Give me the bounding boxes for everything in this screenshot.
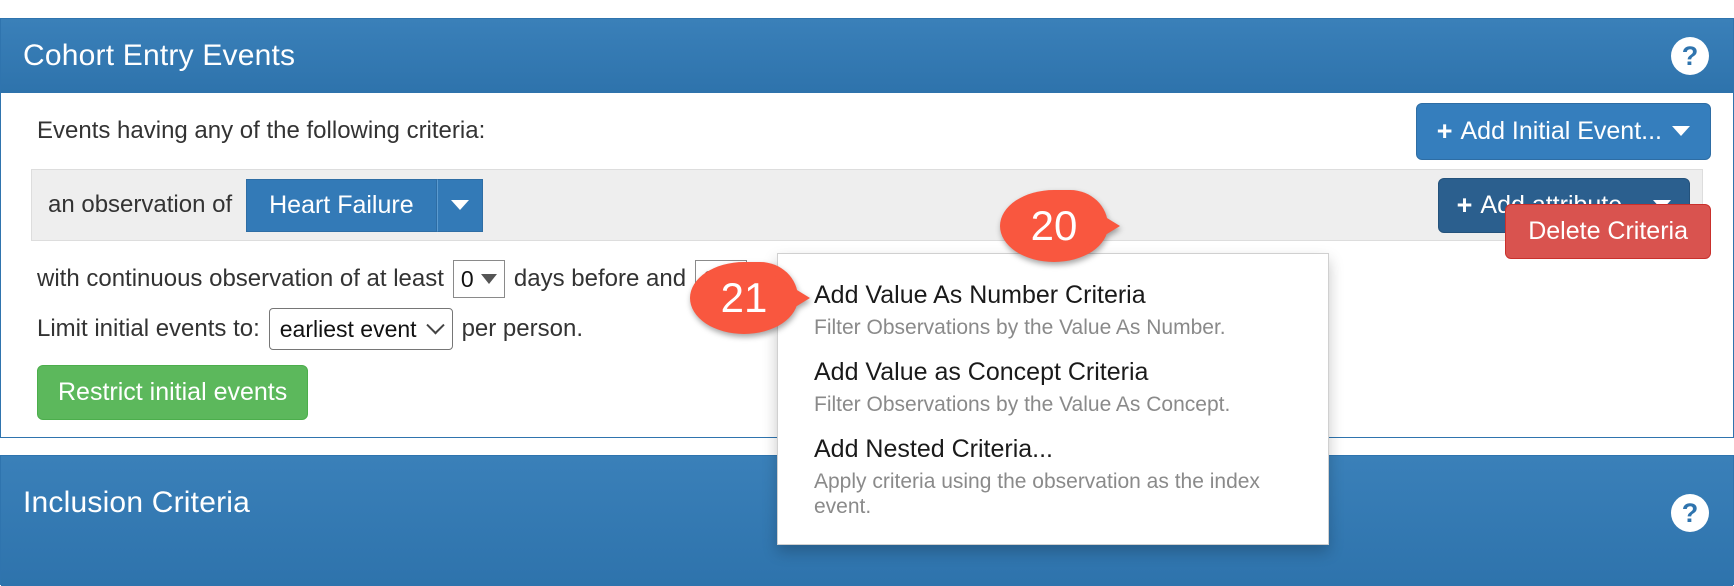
add-initial-event-label: Add Initial Event... — [1460, 116, 1662, 145]
concept-set-dropdown-toggle[interactable] — [436, 178, 483, 232]
continuous-observation-text-middle: days before and — [513, 265, 687, 292]
annotation-marker-21: 21 — [690, 262, 810, 334]
criteria-prefix-label: an observation of — [48, 191, 233, 218]
add-attribute-dropdown-menu: Add Value As Number Criteria Filter Obse… — [777, 253, 1329, 545]
cohort-entry-events-header: Cohort Entry Events ? — [1, 19, 1733, 93]
dropdown-item-title: Add Nested Criteria... — [814, 434, 1053, 463]
annotation-marker-20-pointer — [1084, 204, 1120, 248]
dropdown-item-title: Add Value As Number Criteria — [814, 281, 1146, 309]
days-before-value: 0 — [460, 265, 474, 292]
caret-down-icon — [450, 200, 469, 210]
limit-initial-events-select[interactable]: earliest event — [268, 308, 453, 350]
concept-set-button[interactable]: Heart Failure — [246, 178, 437, 232]
add-initial-event-button[interactable]: + Add Initial Event... — [1415, 102, 1711, 160]
page-title: Cohort Entry Events — [23, 39, 296, 72]
dropdown-item-add-value-as-concept-criteria[interactable]: Add Value as Concept Criteria Filter Obs… — [778, 349, 1328, 426]
limit-initial-events-label: Limit initial events to: — [37, 315, 260, 342]
plus-icon: + — [1436, 115, 1453, 146]
annotation-marker-21-pointer — [774, 276, 810, 320]
inclusion-criteria-title: Inclusion Criteria — [23, 486, 251, 519]
dropdown-item-description: Apply criteria using the observation as … — [814, 469, 1260, 518]
limit-initial-events-value: earliest event — [279, 315, 417, 342]
question-mark-circle-icon[interactable]: ? — [1671, 37, 1709, 75]
continuous-observation-text-before: with continuous observation of at least — [37, 265, 444, 292]
dropdown-item-add-nested-criteria[interactable]: Add Nested Criteria... Apply criteria us… — [778, 426, 1328, 528]
delete-criteria-wrap: Delete Criteria — [1505, 204, 1711, 259]
dropdown-item-title: Add Value as Concept Criteria — [814, 357, 1149, 386]
intro-row: Events having any of the following crite… — [23, 93, 1711, 169]
caret-down-icon — [1672, 126, 1690, 136]
dropdown-item-description: Filter Observations by the Value As Numb… — [814, 315, 1226, 339]
plus-icon: + — [1456, 189, 1473, 220]
intro-text: Events having any of the following crite… — [37, 117, 486, 144]
dropdown-item-add-value-as-number-criteria[interactable]: Add Value As Number Criteria Filter Obse… — [778, 272, 1328, 349]
chevron-down-icon — [425, 315, 445, 334]
caret-down-icon — [480, 274, 497, 284]
limit-initial-events-suffix: per person. — [461, 315, 583, 342]
delete-criteria-button[interactable]: Delete Criteria — [1505, 204, 1711, 259]
restrict-initial-events-button[interactable]: Restrict initial events — [37, 365, 309, 420]
annotation-marker-20: 20 — [1000, 190, 1120, 262]
dropdown-item-description: Filter Observations by the Value As Conc… — [814, 392, 1231, 416]
question-mark-circle-icon[interactable]: ? — [1671, 494, 1709, 532]
days-before-stepper[interactable]: 0 — [452, 260, 505, 298]
concept-set-button-group[interactable]: Heart Failure — [246, 178, 483, 232]
criteria-row: an observation of Heart Failure + Add at… — [31, 169, 1703, 241]
